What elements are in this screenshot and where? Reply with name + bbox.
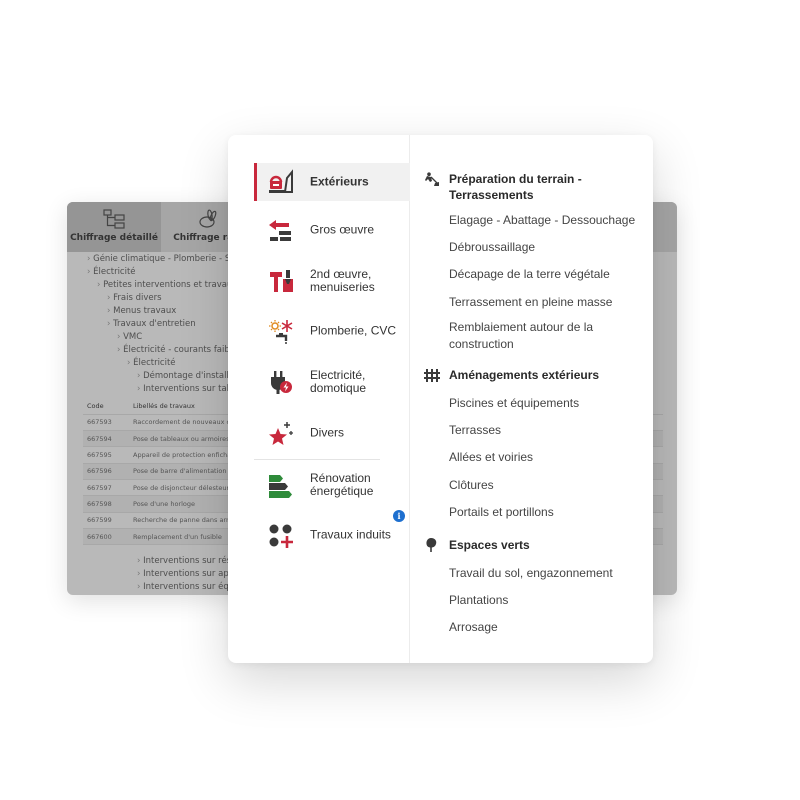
subcategory-item[interactable]: Travail du sol, engazonnement xyxy=(449,565,654,582)
category-2nd-oeuvre[interactable]: 2nd œuvre, menuiseries xyxy=(254,262,410,300)
section-title: Préparation du terrain - Terrassements xyxy=(449,172,582,202)
tab-label: Chiffrage détaillé xyxy=(70,233,158,243)
category-renovation-energetique[interactable]: Rénovation énergétique xyxy=(254,466,410,504)
cell-code: 667597 xyxy=(83,479,129,497)
subcategory-item[interactable]: Elagage - Abattage - Dessouchage xyxy=(449,212,654,229)
tree-icon xyxy=(426,538,437,552)
category-label: 2nd œuvre, menuiseries xyxy=(310,267,375,294)
category-list: Extérieurs Gros œuvre 2nd œuvre, menuise… xyxy=(228,135,410,663)
exterior-icon xyxy=(269,169,293,193)
tree-node[interactable]: Interventions sur équi xyxy=(137,582,236,592)
tree-node[interactable]: VMC xyxy=(117,332,142,342)
subcategory-item[interactable]: Remblaiement autour de la construction xyxy=(449,319,654,353)
cell-code: 667599 xyxy=(83,512,129,529)
plumbing-icon xyxy=(269,320,293,344)
category-exterieurs[interactable]: Extérieurs xyxy=(254,163,410,201)
tree-node[interactable]: Interventions sur table xyxy=(137,384,240,394)
tree-diagram-icon xyxy=(103,209,125,229)
cell-code: 667593 xyxy=(83,414,129,432)
category-gros-oeuvre[interactable]: Gros œuvre xyxy=(254,211,410,249)
tree-node[interactable]: Interventions sur appa xyxy=(137,569,239,579)
subcategory-item[interactable]: Terrasses xyxy=(449,422,654,439)
tree-node[interactable]: Interventions sur rése xyxy=(137,556,236,566)
fence-icon xyxy=(424,369,440,382)
category-divider xyxy=(254,459,380,460)
bricks-icon xyxy=(269,220,291,241)
cell-code: 667594 xyxy=(83,430,129,448)
category-label: Divers xyxy=(310,425,345,440)
category-electricite-domotique[interactable]: Electricité, domotique xyxy=(254,363,410,401)
subcategory-item[interactable]: Allées et voiries xyxy=(449,449,654,466)
category-divers[interactable]: Divers xyxy=(254,414,410,452)
info-icon[interactable]: i xyxy=(393,510,405,522)
subcategory-item[interactable]: Débroussaillage xyxy=(449,239,654,256)
tree-node[interactable]: Électricité - courants faible xyxy=(117,345,237,355)
cell-code: 667595 xyxy=(83,446,129,464)
category-label: Electricité, domotique xyxy=(310,368,367,395)
energy-label-icon xyxy=(269,475,292,498)
stars-icon xyxy=(269,422,293,445)
category-label: Travaux induits xyxy=(310,527,391,542)
subcategory-item[interactable]: Décapage de la terre végétale xyxy=(449,266,654,283)
category-label: Gros œuvre xyxy=(310,222,375,237)
category-menu-popup: Extérieurs Gros œuvre 2nd œuvre, menuise… xyxy=(228,135,653,663)
digging-icon xyxy=(425,172,439,186)
subcategory-item[interactable]: Terrassement en pleine masse xyxy=(449,294,654,311)
cell-code: 667596 xyxy=(83,463,129,480)
category-label: Plomberie, CVC xyxy=(310,323,397,338)
subcategory-item[interactable]: Clôtures xyxy=(449,477,654,494)
tab-chiffrage-detaille[interactable]: Chiffrage détaillé xyxy=(67,202,161,252)
plug-icon xyxy=(271,371,292,394)
tree-node[interactable]: Démontage d'installat xyxy=(137,371,237,381)
tree-node[interactable]: Électricité xyxy=(127,358,175,368)
cell-code: 667598 xyxy=(83,495,129,513)
category-plomberie-cvc[interactable]: Plomberie, CVC xyxy=(254,312,410,350)
tree-node[interactable]: Frais divers xyxy=(107,293,161,303)
tree-node[interactable]: Menus travaux xyxy=(107,306,176,316)
tree-node[interactable]: Petites interventions et travaux p xyxy=(97,280,245,290)
rabbit-icon xyxy=(199,209,217,228)
category-label: Rénovation énergétique xyxy=(310,471,374,498)
cell-code: 667600 xyxy=(83,528,129,546)
tools-icon xyxy=(270,270,293,292)
category-travaux-induits[interactable]: Travaux induits i xyxy=(254,510,410,554)
subcategory-item[interactable]: Piscines et équipements xyxy=(449,395,654,412)
section-title: Espaces verts xyxy=(449,538,530,552)
subcategory-item[interactable]: Plantations xyxy=(449,592,654,609)
category-label: Extérieurs xyxy=(310,174,369,189)
dots-plus-icon xyxy=(269,524,293,548)
subcategory-item[interactable]: Portails et portillons xyxy=(449,504,654,521)
column-header-code: Code xyxy=(83,398,129,415)
tree-node[interactable]: Travaux d'entretien xyxy=(107,319,196,329)
tree-node[interactable]: Électricité xyxy=(87,267,135,277)
subcategory-item[interactable]: Arrosage xyxy=(449,619,654,636)
section-title: Aménagements extérieurs xyxy=(449,368,600,382)
tree-node[interactable]: Génie climatique - Plomberie - San xyxy=(87,254,241,264)
